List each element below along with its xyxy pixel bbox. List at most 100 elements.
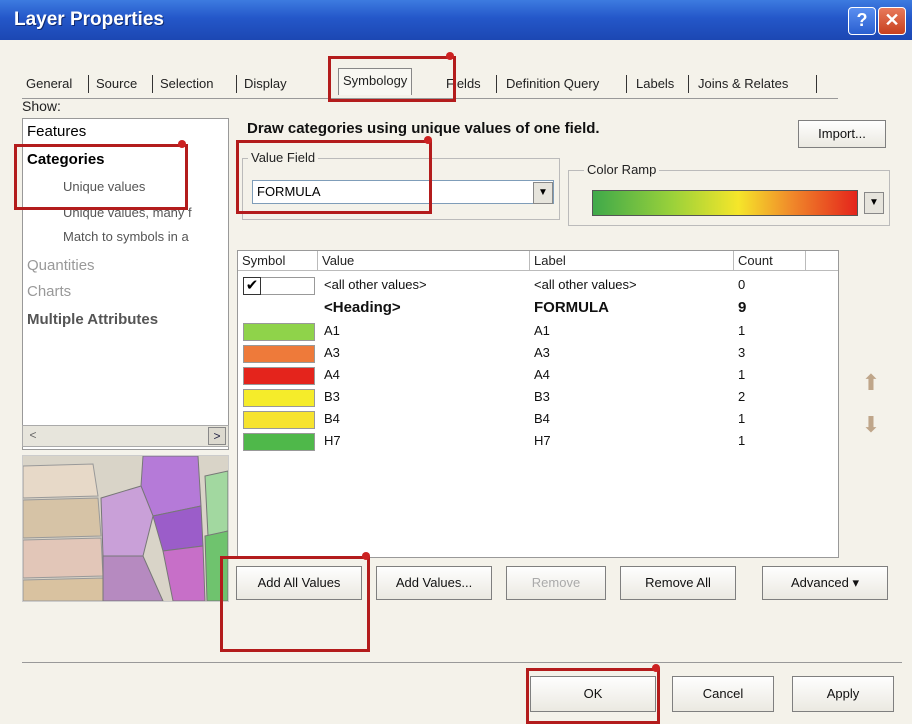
tab-display[interactable]: Display [240, 72, 291, 96]
cell-value: H7 [324, 433, 341, 448]
tab-joins-relates[interactable]: Joins & Relates [694, 72, 792, 96]
column-header-label[interactable]: Label [530, 251, 734, 271]
symbol-swatch[interactable] [243, 367, 315, 385]
show-item-features[interactable]: Features [27, 123, 86, 140]
apply-button[interactable]: Apply [792, 676, 894, 712]
tab-separator [496, 75, 497, 93]
title-bar: Layer Properties ? ✕ [0, 0, 912, 40]
cell-count: 0 [738, 277, 746, 292]
advanced-button[interactable]: Advanced ▾ [762, 566, 888, 600]
column-header-blank [806, 251, 838, 271]
show-item-charts[interactable]: Charts [27, 283, 71, 300]
map-preview [22, 455, 229, 602]
table-row[interactable]: B3 B3 2 [238, 387, 838, 409]
cell-value: A4 [324, 367, 340, 382]
tab-general[interactable]: General [22, 72, 76, 96]
cell-value: A1 [324, 323, 340, 338]
table-row[interactable]: ✔ <all other values> <all other values> … [238, 275, 838, 297]
value-field-title: Value Field [248, 150, 319, 165]
ok-button[interactable]: OK [530, 676, 656, 712]
show-item-unique-values[interactable]: Unique values [63, 179, 145, 194]
annotation-dot [424, 136, 432, 144]
tab-separator [152, 75, 153, 93]
column-header-symbol[interactable]: Symbol [238, 251, 318, 271]
cell-count: 3 [738, 345, 746, 360]
help-button[interactable]: ? [848, 7, 876, 35]
cell-label: <all other values> [534, 277, 637, 292]
value-field-selected: FORMULA [257, 184, 321, 199]
scroll-left-icon[interactable]: < [25, 427, 41, 443]
cell-label: A1 [534, 323, 550, 338]
tab-separator [816, 75, 817, 93]
remove-button[interactable]: Remove [506, 566, 606, 600]
import-button[interactable]: Import... [798, 120, 886, 148]
map-preview-image [23, 456, 228, 601]
tab-definition-query[interactable]: Definition Query [502, 72, 603, 96]
draw-categories-heading: Draw categories using unique values of o… [247, 120, 600, 137]
tab-separator [236, 75, 237, 93]
color-ramp-select[interactable] [592, 190, 858, 216]
show-item-categories[interactable]: Categories [27, 151, 105, 168]
cell-count: 1 [738, 433, 746, 448]
symbol-swatch[interactable] [243, 389, 315, 407]
tab-separator [626, 75, 627, 93]
column-header-count[interactable]: Count [734, 251, 806, 271]
symbol-swatch[interactable] [243, 345, 315, 363]
table-row[interactable]: A3 A3 3 [238, 343, 838, 365]
table-row[interactable]: <Heading> FORMULA 9 [238, 297, 838, 319]
show-list-scrollbar[interactable]: < > [22, 425, 229, 447]
table-row[interactable]: H7 H7 1 [238, 431, 838, 453]
cell-label: A3 [534, 345, 550, 360]
show-item-match-to-symbols[interactable]: Match to symbols in a [63, 229, 189, 244]
value-field-select[interactable]: FORMULA ▼ [252, 180, 554, 204]
table-row[interactable]: A4 A4 1 [238, 365, 838, 387]
symbol-table: Symbol Value Label Count ✔ <all other va… [237, 250, 839, 558]
cell-label: FORMULA [534, 299, 609, 316]
cell-value: B4 [324, 411, 340, 426]
close-button[interactable]: ✕ [878, 7, 906, 35]
move-down-arrow-icon[interactable]: ⬇ [860, 412, 882, 438]
cell-label: H7 [534, 433, 551, 448]
cell-label: B4 [534, 411, 550, 426]
symbol-swatch[interactable] [243, 323, 315, 341]
tab-strip: General Source Selection Display Symbolo… [22, 68, 832, 98]
annotation-dot [362, 552, 370, 560]
tab-underline [22, 98, 838, 99]
cell-value: B3 [324, 389, 340, 404]
tab-source[interactable]: Source [92, 72, 141, 96]
color-ramp-title: Color Ramp [584, 162, 660, 177]
cancel-button[interactable]: Cancel [672, 676, 774, 712]
value-field-dropdown-icon[interactable]: ▼ [533, 182, 553, 204]
color-ramp-dropdown-icon[interactable]: ▼ [864, 192, 884, 214]
move-up-arrow-icon[interactable]: ⬆ [860, 370, 882, 396]
show-item-multiple-attributes[interactable]: Multiple Attributes [27, 311, 158, 328]
show-label: Show: [22, 98, 61, 114]
cell-label: A4 [534, 367, 550, 382]
add-all-values-button[interactable]: Add All Values [236, 566, 362, 600]
column-header-value[interactable]: Value [318, 251, 530, 271]
tab-selection[interactable]: Selection [156, 72, 217, 96]
tab-labels[interactable]: Labels [632, 72, 678, 96]
scroll-right-icon[interactable]: > [208, 427, 226, 445]
show-list: Features Categories Unique values Unique… [22, 118, 229, 450]
table-row[interactable]: A1 A1 1 [238, 321, 838, 343]
tab-fields[interactable]: Fields [442, 72, 485, 96]
show-item-unique-values-many-fields[interactable]: Unique values, many f [63, 205, 192, 220]
annotation-dot [178, 140, 186, 148]
cell-value: <Heading> [324, 299, 401, 316]
show-item-quantities[interactable]: Quantities [27, 257, 95, 274]
cell-count: 1 [738, 411, 746, 426]
tab-separator [688, 75, 689, 93]
symbol-swatch[interactable] [243, 411, 315, 429]
tab-symbology[interactable]: Symbology [338, 68, 413, 95]
remove-all-button[interactable]: Remove All [620, 566, 736, 600]
cell-count: 1 [738, 367, 746, 382]
checkbox-checked-icon[interactable]: ✔ [243, 277, 261, 295]
cell-value: <all other values> [324, 277, 427, 292]
annotation-dot [652, 664, 660, 672]
cell-count: 2 [738, 389, 746, 404]
add-values-button[interactable]: Add Values... [376, 566, 492, 600]
symbol-swatch[interactable] [243, 433, 315, 451]
annotation-dot [446, 52, 454, 60]
table-row[interactable]: B4 B4 1 [238, 409, 838, 431]
